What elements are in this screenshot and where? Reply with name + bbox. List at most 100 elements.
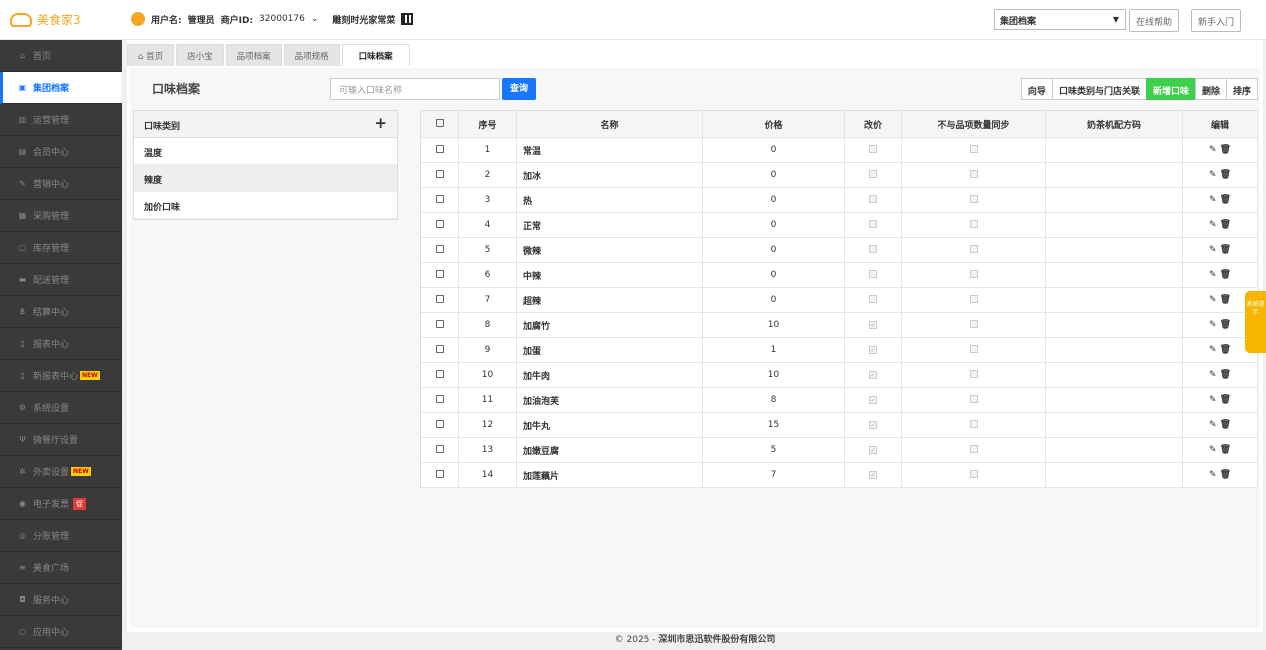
edit-icon[interactable]: ✎ xyxy=(1209,470,1217,480)
row-checkbox[interactable] xyxy=(420,137,459,163)
row-checkbox[interactable] xyxy=(420,212,459,238)
edit-icon[interactable]: ✎ xyxy=(1209,195,1217,205)
sidebar-item-system-settings[interactable]: ⚙ 系统设置 xyxy=(0,392,122,424)
sidebar-item-food-plaza[interactable]: ≡ 美食广场 xyxy=(0,552,122,584)
table-row[interactable]: 2 加冰 0 ✎ 🗑 xyxy=(420,162,1258,188)
delete-button[interactable]: 删除 xyxy=(1194,78,1227,100)
qrcode-icon[interactable] xyxy=(401,13,414,25)
chevron-down-icon[interactable]: ⌄ xyxy=(311,14,319,24)
add-category-icon[interactable]: + xyxy=(374,114,387,132)
sidebar-item-settlement[interactable]: ฿结算中心 xyxy=(0,296,122,328)
edit-icon[interactable]: ✎ xyxy=(1209,345,1217,355)
sidebar-item-inventory[interactable]: ▢ 库存管理 xyxy=(0,232,122,264)
trash-icon[interactable]: 🗑 xyxy=(1220,295,1231,305)
table-row[interactable]: 4 正常 0 ✎ 🗑 xyxy=(420,212,1258,238)
merchant-id[interactable]: 32000176 xyxy=(259,14,305,24)
trash-icon[interactable]: 🗑 xyxy=(1220,395,1231,405)
trash-icon[interactable]: 🗑 xyxy=(1220,345,1231,355)
trash-icon[interactable]: 🗑 xyxy=(1220,370,1231,380)
edit-icon[interactable]: ✎ xyxy=(1209,220,1217,230)
sidebar-item-marketing[interactable]: ✎ 营销中心 xyxy=(0,168,122,200)
sidebar-item-invoice[interactable]: ◉ 电子发票促 xyxy=(0,488,122,520)
table-row[interactable]: 3 热 0 ✎ 🗑 xyxy=(420,187,1258,213)
edit-icon[interactable]: ✎ xyxy=(1209,245,1217,255)
table-row[interactable]: 6 中辣 0 ✎ 🗑 xyxy=(420,262,1258,288)
tab-store-assistant[interactable]: 店小宝 xyxy=(176,44,224,66)
sort-button[interactable]: 排序 xyxy=(1225,78,1258,100)
row-checkbox[interactable] xyxy=(420,412,459,438)
trash-icon[interactable]: 🗑 xyxy=(1220,470,1231,480)
trash-icon[interactable]: 🗑 xyxy=(1220,320,1231,330)
sidebar-item-new-reports[interactable]: ▯ 新报表中心 NEW xyxy=(0,360,122,392)
table-row[interactable]: 8 加腐竹 10 ✓ ✎ 🗑 xyxy=(420,312,1258,338)
row-checkbox[interactable] xyxy=(420,437,459,463)
system-hint-tab[interactable]: 系统提示 xyxy=(1245,291,1266,353)
sidebar-item-home[interactable]: ⌂ 首页 xyxy=(0,40,122,72)
edit-icon[interactable]: ✎ xyxy=(1209,395,1217,405)
sidebar-item-operations[interactable]: ▥ 运营管理 xyxy=(0,104,122,136)
sidebar-item-members[interactable]: ▤ 会员中心 xyxy=(0,136,122,168)
trash-icon[interactable]: 🗑 xyxy=(1220,245,1231,255)
table-row[interactable]: 14 加莲藕片 7 ✓ ✎ 🗑 xyxy=(420,462,1258,488)
sidebar-item-group-archive[interactable]: ▣ 集团档案 xyxy=(0,72,122,104)
app-logo[interactable]: 美食家3 xyxy=(10,11,81,28)
table-row[interactable]: 10 加牛肉 10 ✓ ✎ 🗑 xyxy=(420,362,1258,388)
online-help-button[interactable]: 在线帮助 xyxy=(1129,9,1180,32)
select-all-checkbox[interactable] xyxy=(420,110,459,138)
table-row[interactable]: 1 常温 0 ✎ 🗑 xyxy=(420,137,1258,163)
row-checkbox[interactable] xyxy=(420,187,459,213)
sidebar-item-takeout[interactable]: ✲ 外卖设置 NEW xyxy=(0,456,122,488)
row-checkbox[interactable] xyxy=(420,287,459,313)
trash-icon[interactable]: 🗑 xyxy=(1220,170,1231,180)
row-checkbox[interactable] xyxy=(420,362,459,388)
search-input[interactable]: 可输入口味名称 xyxy=(330,78,500,100)
tab-item-spec[interactable]: 品项规格 xyxy=(283,44,340,66)
trash-icon[interactable]: 🗑 xyxy=(1220,195,1231,205)
category-item[interactable]: 温度 xyxy=(134,138,397,165)
edit-icon[interactable]: ✎ xyxy=(1209,145,1217,155)
newbie-guide-button[interactable]: 新手入门 xyxy=(1191,9,1242,32)
row-checkbox[interactable] xyxy=(420,312,459,338)
sidebar-item-delivery[interactable]: ▬ 配送管理 xyxy=(0,264,122,296)
row-checkbox[interactable] xyxy=(420,162,459,188)
group-select[interactable]: 集团档案 ▼ xyxy=(994,9,1126,30)
sidebar-item-reports[interactable]: ▯ 报表中心 xyxy=(0,328,122,360)
trash-icon[interactable]: 🗑 xyxy=(1220,145,1231,155)
table-row[interactable]: 9 加蛋 1 ✓ ✎ 🗑 xyxy=(420,337,1258,363)
edit-icon[interactable]: ✎ xyxy=(1209,270,1217,280)
sidebar-item-purchase[interactable]: ▦ 采购管理 xyxy=(0,200,122,232)
table-row[interactable]: 13 加嫩豆腐 5 ✓ ✎ 🗑 xyxy=(420,437,1258,463)
table-row[interactable]: 11 加油泡芙 8 ✓ ✎ 🗑 xyxy=(420,387,1258,413)
edit-icon[interactable]: ✎ xyxy=(1209,370,1217,380)
row-checkbox[interactable] xyxy=(420,462,459,488)
row-checkbox[interactable] xyxy=(420,337,459,363)
sidebar-item-split[interactable]: ◎ 分账管理 xyxy=(0,520,122,552)
row-checkbox[interactable] xyxy=(420,387,459,413)
edit-icon[interactable]: ✎ xyxy=(1209,295,1217,305)
edit-icon[interactable]: ✎ xyxy=(1209,445,1217,455)
tab-home[interactable]: ⌂ 首页 xyxy=(127,44,175,66)
sidebar-item-micro-restaurant[interactable]: Ψ 微餐厅设置 xyxy=(0,424,122,456)
category-item[interactable]: 加价口味 xyxy=(134,192,397,219)
trash-icon[interactable]: 🗑 xyxy=(1220,445,1231,455)
add-flavor-button[interactable]: 新增口味 xyxy=(1145,78,1196,100)
category-item[interactable]: 辣度 xyxy=(134,165,397,192)
category-store-link-button[interactable]: 口味类别与门店关联 xyxy=(1051,78,1147,100)
trash-icon[interactable]: 🗑 xyxy=(1220,420,1231,430)
trash-icon[interactable]: 🗑 xyxy=(1220,270,1231,280)
guide-button[interactable]: 向导 xyxy=(1020,78,1053,100)
sidebar-item-apps[interactable]: ○ 应用中心 xyxy=(0,616,122,648)
table-row[interactable]: 12 加牛丸 15 ✓ ✎ 🗑 xyxy=(420,412,1258,438)
edit-icon[interactable]: ✎ xyxy=(1209,420,1217,430)
sidebar-item-service[interactable]: ◘ 服务中心 xyxy=(0,584,122,616)
query-button[interactable]: 查询 xyxy=(502,78,536,100)
trash-icon[interactable]: 🗑 xyxy=(1220,220,1231,230)
edit-icon[interactable]: ✎ xyxy=(1209,320,1217,330)
tab-item-archive[interactable]: 品项档案 xyxy=(225,44,282,66)
edit-icon[interactable]: ✎ xyxy=(1209,170,1217,180)
tab-flavor-archive[interactable]: 口味档案 xyxy=(341,44,410,66)
row-checkbox[interactable] xyxy=(420,262,459,288)
row-checkbox[interactable] xyxy=(420,237,459,263)
table-row[interactable]: 7 超辣 0 ✎ 🗑 xyxy=(420,287,1258,313)
table-row[interactable]: 5 微辣 0 ✎ 🗑 xyxy=(420,237,1258,263)
